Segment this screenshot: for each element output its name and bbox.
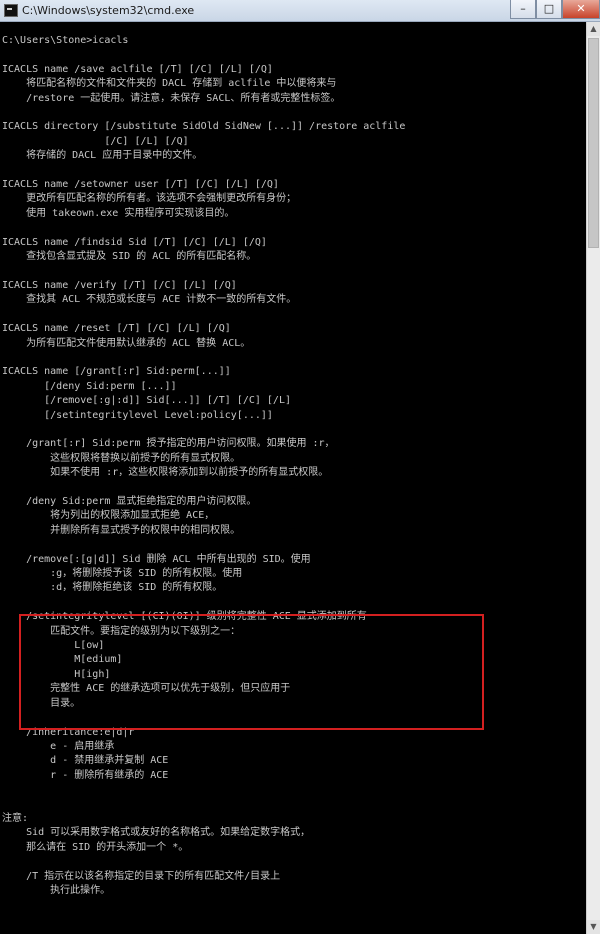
minimize-button[interactable]: – bbox=[510, 0, 536, 19]
title-bar[interactable]: C:\Windows\system32\cmd.exe – □ ✕ bbox=[0, 0, 600, 22]
scroll-down-arrow-icon[interactable]: ▼ bbox=[587, 920, 600, 934]
window-title: C:\Windows\system32\cmd.exe bbox=[22, 4, 195, 17]
scrollbar-thumb[interactable] bbox=[588, 38, 599, 248]
setintegritylevel-highlight-box bbox=[19, 614, 484, 730]
vertical-scrollbar[interactable]: ▲ ▼ bbox=[586, 22, 600, 934]
console-output[interactable]: C:\Users\Stone>icacls ICACLS name /save … bbox=[2, 34, 580, 898]
maximize-button[interactable]: □ bbox=[536, 0, 562, 19]
close-button[interactable]: ✕ bbox=[562, 0, 600, 19]
cmd-app-icon[interactable] bbox=[4, 4, 18, 17]
scroll-up-arrow-icon[interactable]: ▲ bbox=[587, 22, 600, 36]
cmd-window: C:\Windows\system32\cmd.exe – □ ✕ C:\Use… bbox=[0, 0, 600, 934]
